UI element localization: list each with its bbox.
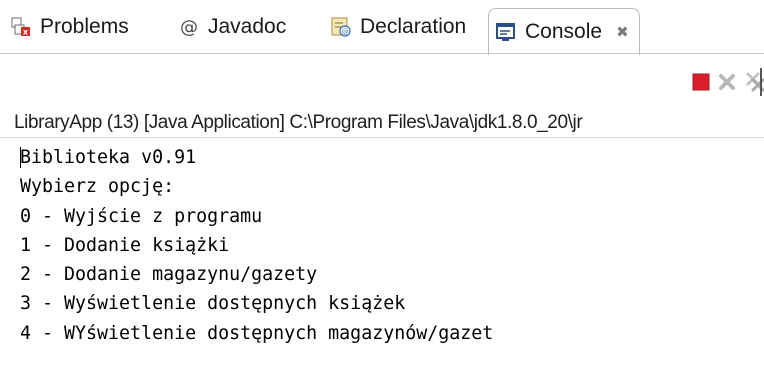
console-line: 0 - Wyjście z programu [20,205,263,227]
tab-label: Console [525,20,603,43]
tab-label: Javadoc [208,15,287,38]
svg-text:x: x [23,28,29,37]
declaration-icon: @ [330,16,352,38]
close-icon[interactable]: ✖ [616,23,629,41]
console-toolbar [0,68,764,96]
terminate-icon [692,73,710,91]
problems-icon: x [10,16,32,38]
toolbar-overflow-edge [760,68,762,96]
launch-divider [0,137,764,138]
console-output[interactable]: Biblioteka v0.91 Wybierz opcję: 0 - Wyjś… [20,143,760,348]
console-icon [495,21,517,43]
console-line: 4 - WYświetlenie dostępnych magazynów/ga… [20,322,494,344]
view-tab-bar: x Problems @ Javadoc @ Declaration Conso… [0,0,764,55]
launch-description: LibraryApp (13) [Java Application] C:\Pr… [14,112,583,133]
at-icon: @ [180,16,198,38]
tab-bar-divider [0,53,764,54]
tab-console[interactable]: Console ✖ [488,8,640,55]
console-line: 1 - Dodanie książki [20,234,230,256]
tab-problems[interactable]: x Problems [10,0,129,54]
tab-label: Declaration [360,15,467,38]
terminate-button[interactable] [688,68,714,96]
svg-text:@: @ [342,28,349,36]
console-line: Wybierz opcję: [20,176,175,198]
console-line: 2 - Dodanie magazynu/gazety [20,264,318,286]
console-line: 3 - Wyświetlenie dostępnych książek [20,293,406,315]
remove-launch-icon [719,74,735,90]
tab-declaration[interactable]: @ Declaration [330,0,466,54]
tab-javadoc[interactable]: @ Javadoc [180,0,286,54]
tab-label: Problems [40,15,129,38]
svg-text:@: @ [180,17,198,38]
console-line: Biblioteka v0.91 [20,147,197,168]
remove-launch-button[interactable] [714,68,740,96]
text-cursor [20,147,21,168]
